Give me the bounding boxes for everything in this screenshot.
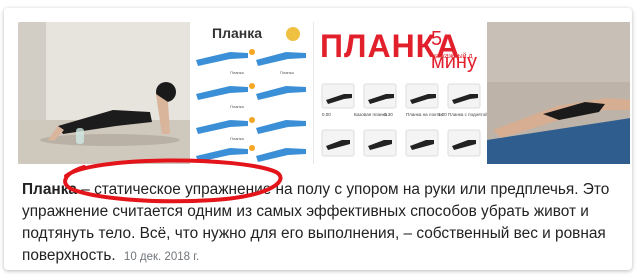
image-thumb-planka-photo-woman[interactable] [18, 22, 190, 164]
snippet-paragraph: Планка – статическое упражнение на полу … [22, 179, 622, 268]
snippet-date: 10 дек. 2018 г. [123, 251, 200, 263]
snippet-term: Планка [22, 181, 77, 198]
planka-infographic-graphic: Планка Планка Планка Планка [196, 27, 306, 162]
planka-photo-mat-graphic [487, 22, 630, 164]
image-thumb-planka-infographic[interactable]: Планка Планка Планка Планка Планка [190, 22, 313, 164]
svg-text:0.00: 0.00 [322, 112, 331, 117]
planka-poster-graphic: 0.00 Базовая планка 0.30 Планка на локтя… [321, 83, 487, 157]
svg-text:1.00: 1.00 [438, 112, 447, 117]
svg-text:Планка: Планка [230, 70, 244, 75]
svg-text:Планка с поднятой р: Планка с поднятой р [448, 111, 487, 117]
image-thumb-planka-5-min-poster[interactable]: ПЛАНКА 5 мину на каждый д 0.00 Базовая п… [313, 22, 487, 164]
planka-photo-woman-graphic [18, 22, 190, 164]
image-strip: Планка Планка Планка Планка Планка ПЛАНК… [18, 22, 630, 164]
svg-text:Планка: Планка [230, 104, 244, 109]
svg-text:Планка: Планка [280, 70, 294, 75]
featured-snippet-card: Планка Планка Планка Планка Планка ПЛАНК… [4, 8, 632, 270]
image-thumb-planka-photo-mat[interactable] [487, 22, 630, 164]
snippet-text: – статическое упражнение на полу с упоро… [22, 181, 610, 264]
svg-text:Планка: Планка [230, 136, 244, 141]
svg-text:Базовая планка: Базовая планка [354, 112, 388, 117]
svg-text:0.30: 0.30 [384, 112, 393, 117]
